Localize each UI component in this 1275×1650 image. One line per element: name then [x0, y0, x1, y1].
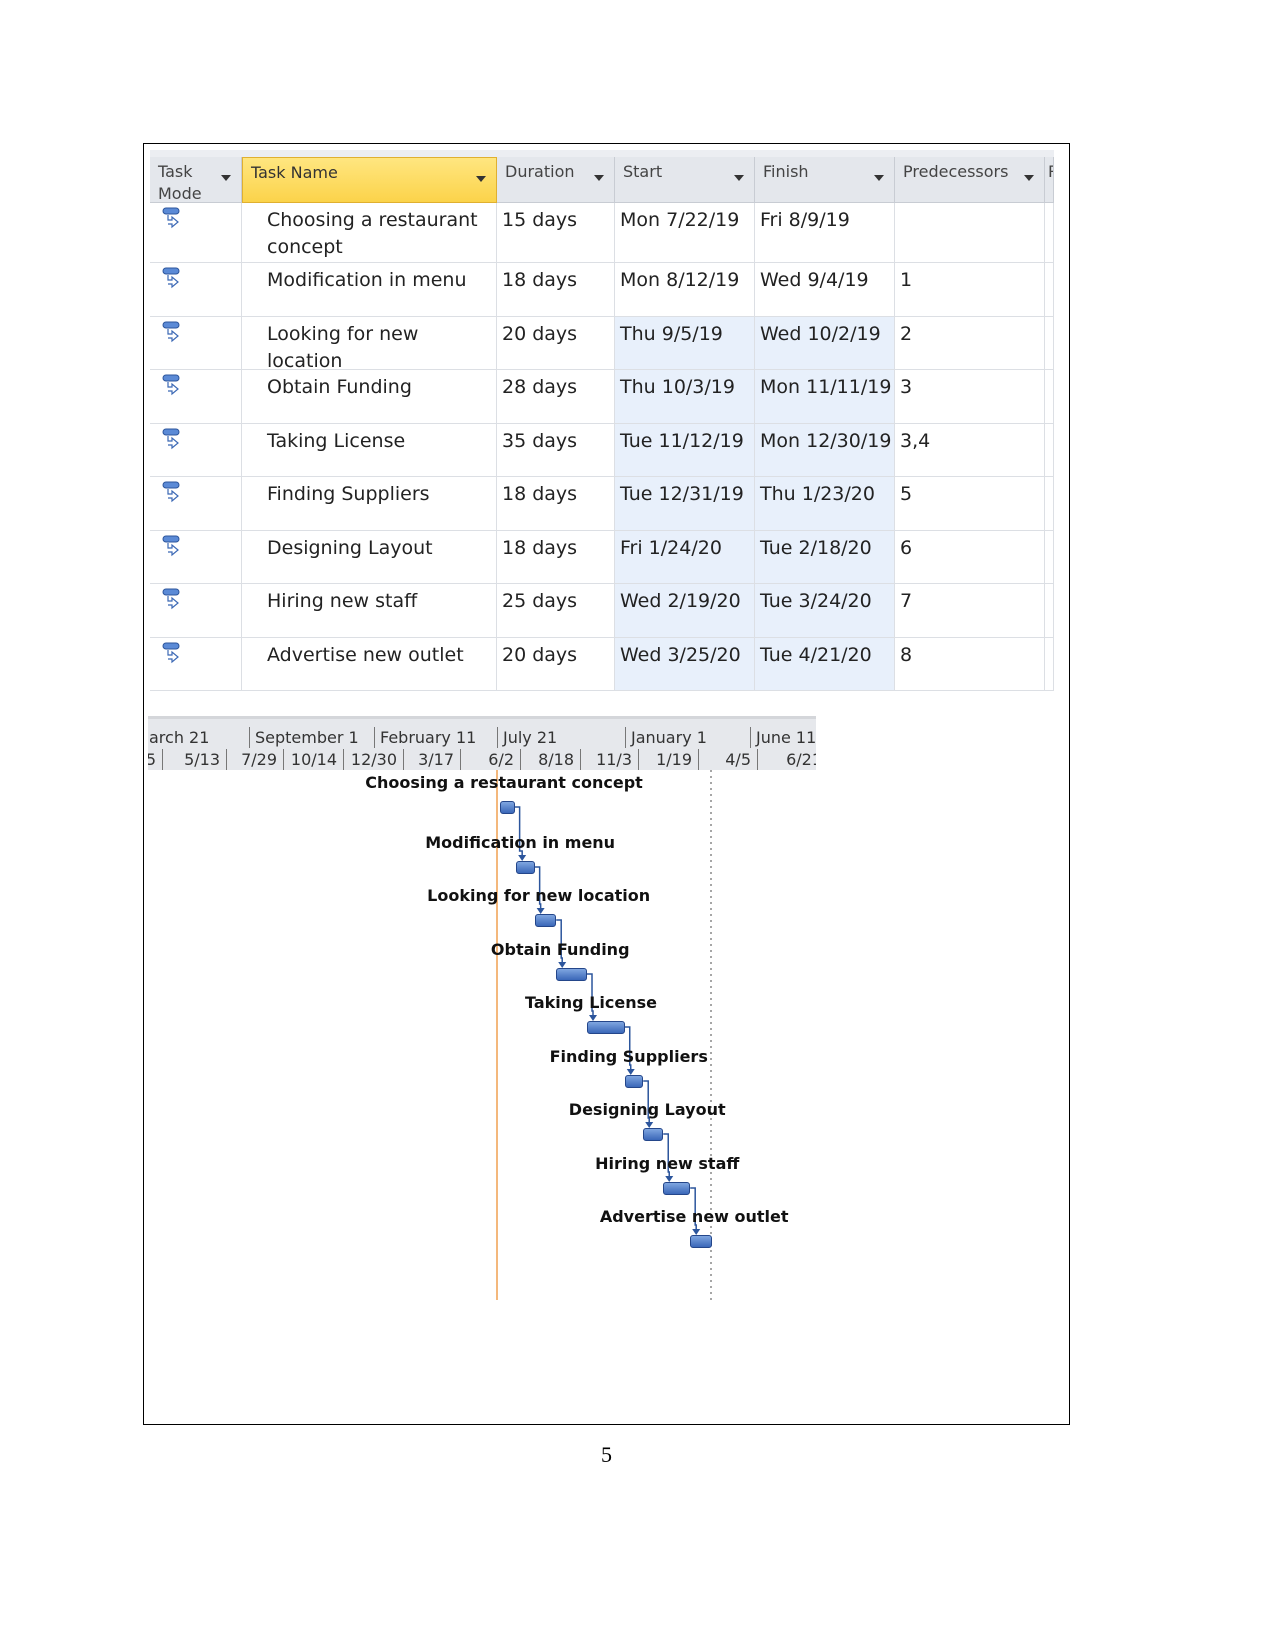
gantt-task-bar[interactable] — [516, 861, 535, 874]
gantt-task-bar[interactable] — [556, 968, 587, 981]
gantt-bar-label: Obtain Funding — [490, 940, 630, 959]
gantt-bar-label: Modification in menu — [425, 833, 616, 852]
gantt-chart — [496, 770, 712, 1300]
gantt-task-bar[interactable] — [643, 1128, 664, 1141]
gantt-bar-label: Hiring new staff — [595, 1154, 740, 1173]
gantt-task-bar[interactable] — [500, 801, 515, 814]
gantt-task-bar[interactable] — [587, 1021, 625, 1034]
gantt-bar-label: Taking License — [525, 993, 657, 1012]
gantt-bar-label: Finding Suppliers — [549, 1047, 708, 1066]
gantt-task-bar[interactable] — [663, 1182, 691, 1195]
page-number: 5 — [601, 1442, 612, 1467]
gantt-bar-label: Choosing a restaurant concept — [365, 773, 643, 792]
gantt-bar-label: Designing Layout — [568, 1100, 726, 1119]
gantt-task-bar[interactable] — [624, 1075, 644, 1088]
gantt-bar-label: Advertise new outlet — [599, 1207, 789, 1226]
gantt-task-bar[interactable] — [690, 1235, 712, 1248]
gantt-task-bar[interactable] — [534, 914, 557, 927]
gantt-bar-label: Looking for new location — [427, 886, 651, 905]
